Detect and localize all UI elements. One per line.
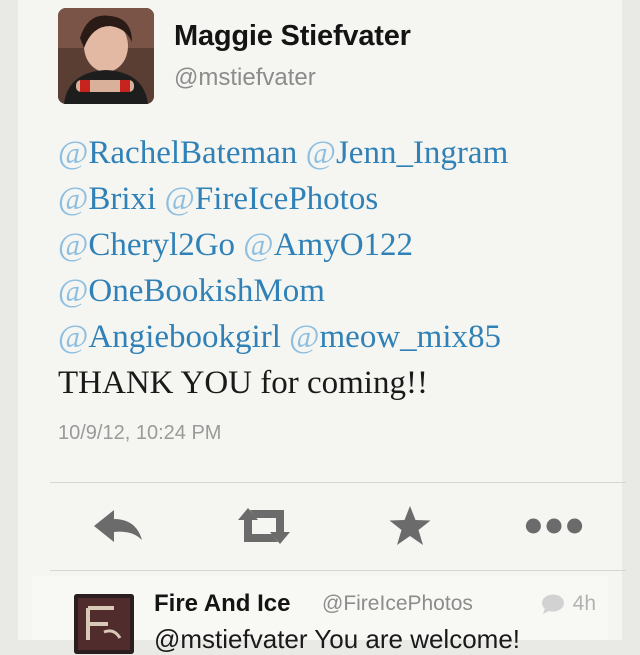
reply-meta: 4h <box>541 592 596 616</box>
more-icon <box>525 518 583 534</box>
tweet-line: @Brixi @FireIcePhotos <box>58 176 638 222</box>
star-icon <box>389 506 431 545</box>
mention-link[interactable]: Brixi <box>88 181 156 217</box>
mention-link[interactable]: meow_mix85 <box>320 319 501 355</box>
reply-avatar[interactable] <box>74 594 134 654</box>
mention-at-sign[interactable]: @ <box>243 227 273 263</box>
author-handle[interactable]: @mstiefvater <box>174 64 316 92</box>
mention-link[interactable]: Angiebookgirl <box>88 319 280 355</box>
mention-link[interactable]: RachelBateman <box>88 135 297 171</box>
favorite-button[interactable] <box>380 504 440 548</box>
retweet-icon <box>238 508 290 544</box>
mention-link[interactable]: Cheryl2Go <box>88 227 235 263</box>
tweet-action-bar <box>50 484 626 568</box>
mention-at-sign[interactable]: @ <box>58 135 88 171</box>
tweet-line: @Cheryl2Go @AmyO122 <box>58 222 638 268</box>
author-avatar[interactable] <box>58 8 154 104</box>
reply-button[interactable] <box>88 504 148 548</box>
tweet-text-segment <box>297 135 305 171</box>
mention-at-sign[interactable]: @ <box>164 181 194 217</box>
reply-author-handle[interactable]: @FireIcePhotos <box>322 592 473 616</box>
mention-at-sign[interactable]: @ <box>58 181 88 217</box>
tweet-line: @Angiebookgirl @meow_mix85 <box>58 314 638 360</box>
tweet-line: THANK YOU for coming!! <box>58 360 638 406</box>
mention-link[interactable]: OneBookishMom <box>88 273 325 309</box>
mention-at-sign[interactable]: @ <box>58 319 88 355</box>
reply-icon <box>94 510 142 542</box>
tweet-line: @OneBookishMom <box>58 268 638 314</box>
mention-link[interactable]: AmyO122 <box>274 227 413 263</box>
more-button[interactable] <box>524 504 584 548</box>
author-name[interactable]: Maggie Stiefvater <box>174 20 411 53</box>
reply-author-name[interactable]: Fire And Ice <box>154 590 290 618</box>
tweet-timestamp: 10/9/12, 10:24 PM <box>58 422 222 444</box>
divider <box>50 482 626 483</box>
mention-at-sign[interactable]: @ <box>306 135 336 171</box>
tweet-text-segment <box>281 319 289 355</box>
mention-at-sign[interactable]: @ <box>58 273 88 309</box>
mention-at-sign[interactable]: @ <box>289 319 319 355</box>
tweet-detail-view: Maggie Stiefvater @mstiefvater @RachelBa… <box>18 0 626 640</box>
tweet-text: @RachelBateman @Jenn_Ingram @Brixi @FireI… <box>58 130 638 406</box>
speech-bubble-icon <box>541 594 564 614</box>
mention-link[interactable]: Jenn_Ingram <box>336 135 508 171</box>
reply-time: 4h <box>572 592 596 615</box>
tweet-text-segment: THANK YOU for coming!! <box>58 365 428 401</box>
retweet-button[interactable] <box>234 504 294 548</box>
mention-at-sign[interactable]: @ <box>58 227 88 263</box>
reply-tweet[interactable]: Fire And Ice @FireIcePhotos 4h @mstiefva… <box>32 576 608 654</box>
mention-link[interactable]: FireIcePhotos <box>195 181 378 217</box>
tweet-line: @RachelBateman @Jenn_Ingram <box>58 130 638 176</box>
divider <box>50 570 626 571</box>
